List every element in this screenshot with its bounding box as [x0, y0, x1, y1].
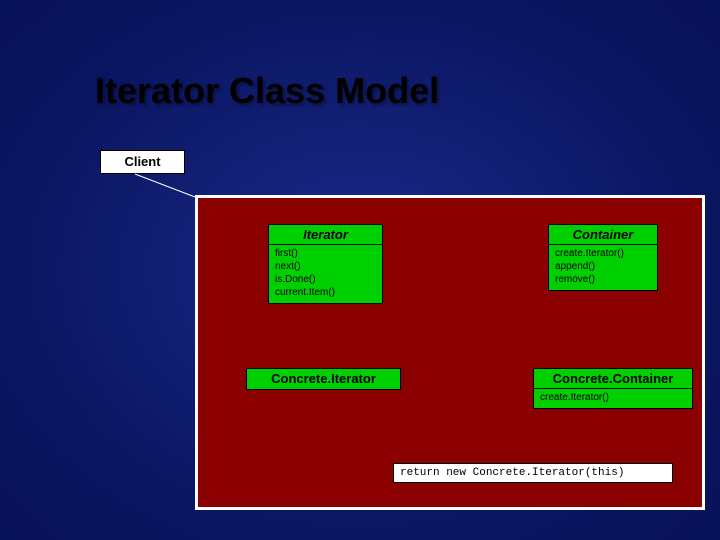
- method: next(): [275, 260, 376, 273]
- method: append(): [555, 260, 651, 273]
- iterator-class-box: Iterator first() next() is.Done() curren…: [268, 224, 383, 304]
- method: remove(): [555, 273, 651, 286]
- method: create.Iterator(): [555, 247, 651, 260]
- concrete-container-title: Concrete.Container: [534, 369, 692, 389]
- iterator-methods: first() next() is.Done() current.Item(): [269, 245, 382, 303]
- page-title: Iterator Class Model: [95, 70, 439, 112]
- container-title: Container: [549, 225, 657, 245]
- concrete-container-methods: create.Iterator(): [534, 389, 692, 408]
- concrete-iterator-class-box: Concrete.Iterator: [246, 368, 401, 390]
- diagram-panel: Iterator first() next() is.Done() curren…: [195, 195, 705, 510]
- method: first(): [275, 247, 376, 260]
- container-class-box: Container create.Iterator() append() rem…: [548, 224, 658, 291]
- container-methods: create.Iterator() append() remove(): [549, 245, 657, 290]
- iterator-title: Iterator: [269, 225, 382, 245]
- code-note: return new Concrete.Iterator(this): [393, 463, 673, 483]
- concrete-container-class-box: Concrete.Container create.Iterator(): [533, 368, 693, 409]
- method: current.Item(): [275, 286, 376, 299]
- method: is.Done(): [275, 273, 376, 286]
- client-class-box: Client: [100, 150, 185, 174]
- method: create.Iterator(): [540, 391, 686, 404]
- concrete-iterator-title: Concrete.Iterator: [247, 369, 400, 388]
